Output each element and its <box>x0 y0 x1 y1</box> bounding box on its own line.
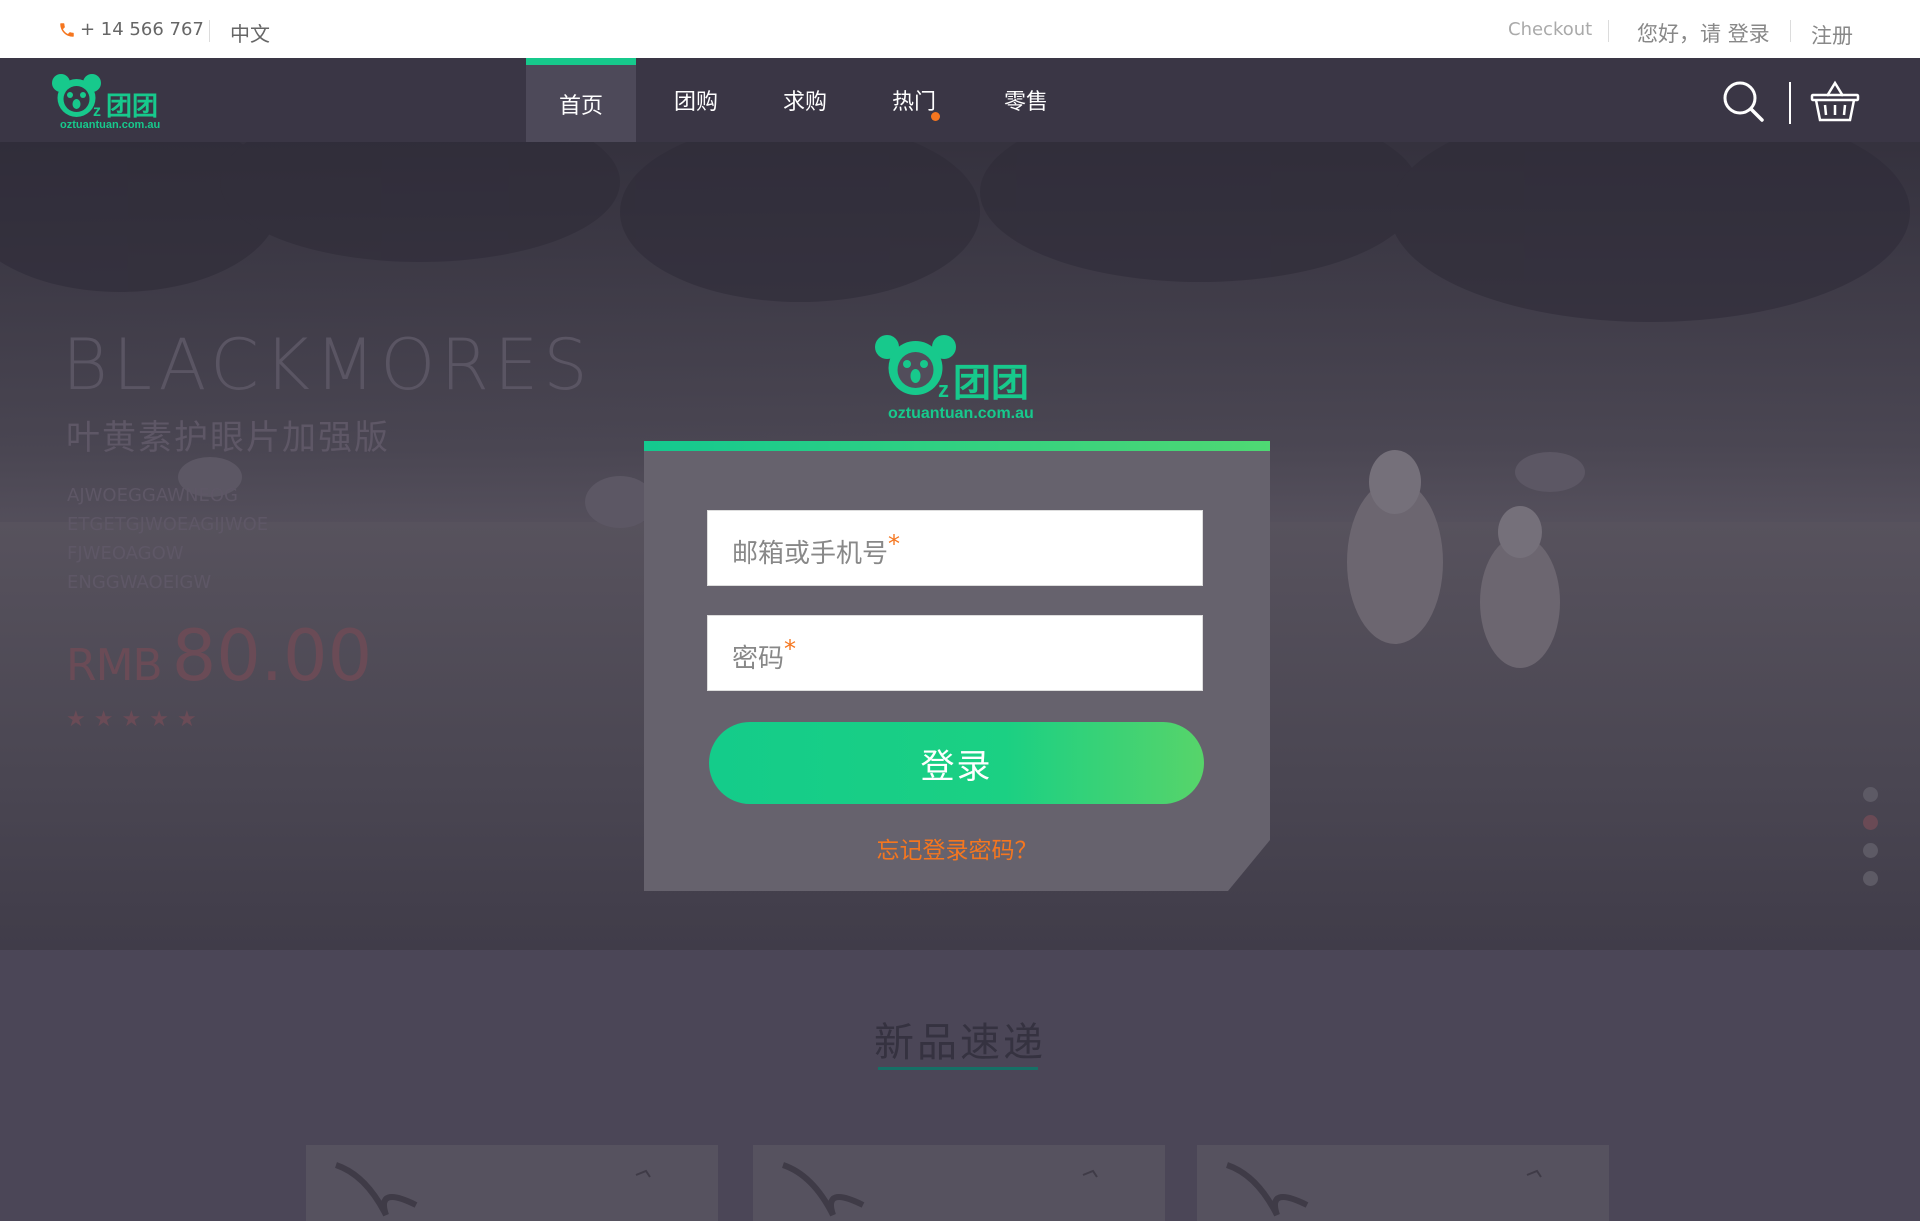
star-icon: ★ <box>121 707 142 732</box>
basket-icon[interactable] <box>1810 80 1860 122</box>
main-navbar: z 团团 oztuantuan.com.au 首页 团购 求购 热门 零售 <box>0 58 1920 142</box>
email-placeholder: 邮箱或手机号* <box>732 530 901 570</box>
promo-price: RMB 80.00 <box>66 615 593 697</box>
email-field[interactable]: 邮箱或手机号* <box>707 510 1203 586</box>
top-utility-bar: + 14 566 767 中文 Checkout 您好，请 登录 注册 <box>0 0 1920 58</box>
promo-code-line: ETGETGJWOEAGIJWOE <box>67 514 269 535</box>
product-image <box>1225 1162 1542 1217</box>
register-link[interactable]: 注册 <box>1811 20 1853 50</box>
product-card[interactable] <box>1197 1145 1609 1221</box>
language-switch[interactable]: 中文 <box>230 18 270 47</box>
carousel-dot[interactable] <box>1863 843 1878 858</box>
product-card[interactable] <box>306 1145 718 1221</box>
password-placeholder-text: 密码 <box>732 644 785 674</box>
nav-item-hot[interactable]: 热门 <box>854 58 974 142</box>
promo-product-name: 叶黄素护眼片加强版 <box>66 418 390 458</box>
nav-item-group-buy[interactable]: 团购 <box>636 58 756 142</box>
logo-name: 团团 <box>106 92 158 122</box>
product-image <box>781 1162 1098 1217</box>
logo-name: 团团 <box>953 361 1029 405</box>
promo-codes: AJWOEGGAWNEOG ETGETGJWOEAGIJWOE FJWEOAGO… <box>67 481 593 597</box>
new-arrivals-section: 新品速递 <box>0 950 1920 1221</box>
rating-stars: ★ ★ ★ ★ ★ <box>66 707 593 732</box>
nav-label: 求购 <box>782 90 827 115</box>
promo-code-line: FJWEOAGOW <box>67 543 184 564</box>
price-currency: RMB <box>66 640 163 691</box>
greeting-text: 您好，请 <box>1637 22 1721 46</box>
checkout-link[interactable]: Checkout <box>1508 19 1592 40</box>
star-icon: ★ <box>176 707 197 732</box>
nav-item-wanted[interactable]: 求购 <box>756 58 854 142</box>
phone-contact: + 14 566 767 <box>58 19 204 40</box>
hot-badge-dot <box>931 112 940 121</box>
login-button[interactable]: 登录 <box>709 722 1204 804</box>
logo-site: oztuantuan.com.au <box>60 119 160 130</box>
star-icon: ★ <box>93 707 114 732</box>
search-icon[interactable] <box>1722 80 1764 122</box>
phone-icon <box>60 22 74 37</box>
required-mark: * <box>784 635 797 663</box>
nav-label: 团购 <box>673 90 718 115</box>
email-placeholder-text: 邮箱或手机号 <box>732 539 889 569</box>
logo-site: oztuantuan.com.au <box>888 405 1034 422</box>
product-card[interactable] <box>753 1145 1165 1221</box>
carousel-dot[interactable] <box>1863 871 1878 886</box>
site-logo[interactable]: z 团团 oztuantuan.com.au <box>48 70 178 130</box>
star-icon: ★ <box>149 707 169 732</box>
nav-label: 零售 <box>1003 90 1048 115</box>
login-accent-bar <box>644 441 1270 451</box>
section-title: 新品速递 <box>874 1020 1046 1066</box>
product-image <box>334 1162 651 1217</box>
promo-code-line: ENGGWAOEIGW <box>67 572 212 593</box>
divider <box>1790 20 1791 42</box>
price-amount: 80.00 <box>171 615 373 697</box>
nav-item-home[interactable]: 首页 <box>526 58 636 142</box>
star-icon: ★ <box>66 707 86 732</box>
login-logo: z 团团 oztuantuan.com.au <box>875 335 1034 422</box>
password-placeholder: 密码* <box>732 635 797 675</box>
svg-text:z: z <box>93 103 101 120</box>
phone-number: + 14 566 767 <box>80 19 204 40</box>
carousel-dot[interactable] <box>1863 787 1878 802</box>
carousel-indicators <box>1863 787 1878 886</box>
login-link[interactable]: 登录 <box>1728 22 1770 46</box>
divider <box>1789 82 1791 124</box>
forgot-password-link[interactable]: 忘记登录密码？ <box>644 831 1270 865</box>
nav-label: 热门 <box>891 90 936 115</box>
promo-brand: BLACKMORES <box>62 324 593 406</box>
required-mark: * <box>888 530 901 558</box>
svg-text:z: z <box>938 377 949 402</box>
greeting: 您好，请 登录 <box>1637 18 1770 48</box>
nav-item-retail[interactable]: 零售 <box>974 58 1078 142</box>
carousel-dot-active[interactable] <box>1863 815 1878 830</box>
nav-label-wrap: 热门 <box>891 84 940 121</box>
login-form: 邮箱或手机号* 密码* 登录 忘记登录密码？ <box>644 441 1270 891</box>
promo-code-line: AJWOEGGAWNEOG <box>67 485 238 506</box>
divider <box>209 20 210 42</box>
password-field[interactable]: 密码* <box>707 615 1203 691</box>
primary-nav: 首页 团购 求购 热门 零售 <box>526 58 1078 142</box>
divider <box>1608 20 1609 42</box>
nav-label: 首页 <box>558 93 603 119</box>
promo-panel: BLACKMORES 叶黄素护眼片加强版 AJWOEGGAWNEOG ETGET… <box>62 324 593 732</box>
section-title-underline <box>878 1067 1038 1070</box>
